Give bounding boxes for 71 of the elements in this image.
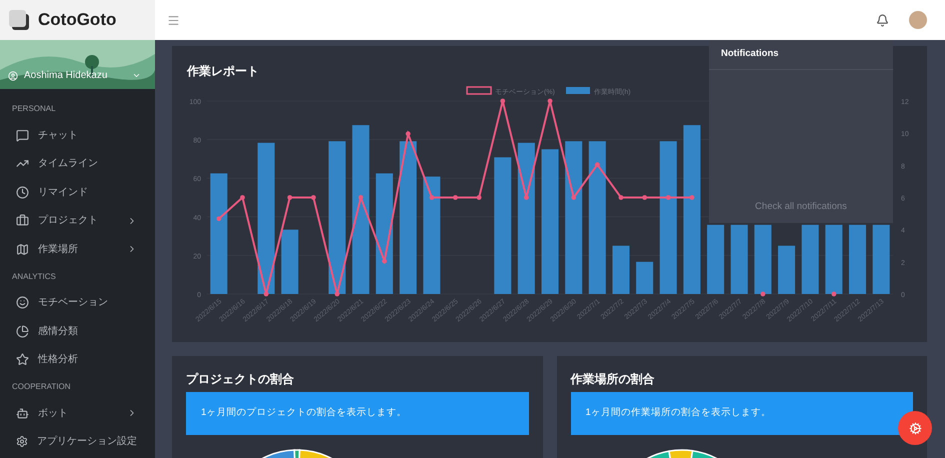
chart-point xyxy=(264,292,269,296)
chart-point xyxy=(452,195,458,200)
chart-bar xyxy=(778,246,796,294)
clock-icon xyxy=(16,186,29,199)
info-banner: 1ヶ月間のプロジェクトの割合を表示します。 xyxy=(186,392,528,435)
panel-title: Notifications xyxy=(709,40,893,70)
chart-point xyxy=(618,195,624,200)
legend-swatch xyxy=(466,86,492,95)
user-icon xyxy=(8,70,18,80)
nav-item[interactable]: ボット xyxy=(0,399,155,428)
notification-button[interactable] xyxy=(876,14,889,26)
chart-bar xyxy=(281,230,298,294)
nav-item[interactable]: 性格分析 xyxy=(0,346,155,374)
robot-icon xyxy=(16,406,29,420)
chart-bar xyxy=(825,224,842,294)
card-title: プロジェクトの割合 xyxy=(186,371,295,388)
chart-point xyxy=(429,195,434,200)
chart-bar xyxy=(754,224,772,294)
chat-icon xyxy=(16,128,29,142)
nav-item[interactable]: 作業場所 xyxy=(0,235,155,264)
star-icon xyxy=(16,353,29,366)
section-title: COOPERATION xyxy=(11,381,72,393)
chart-point xyxy=(666,195,671,200)
chart-point xyxy=(690,195,694,200)
nav-item[interactable]: アプリケーション設定 xyxy=(0,428,155,456)
chart-bar xyxy=(849,224,866,294)
chart-point xyxy=(216,216,222,222)
menu-button[interactable] xyxy=(167,14,180,26)
chart-point xyxy=(594,162,600,168)
chart-point xyxy=(382,258,387,264)
chart-point xyxy=(642,195,648,200)
pie-icon xyxy=(16,324,29,338)
chart-point xyxy=(831,292,836,296)
info-banner: 1ヶ月間の作業場所の割合を表示します。 xyxy=(570,392,913,435)
logo-icon xyxy=(8,9,30,31)
chart-point xyxy=(311,195,316,200)
map-icon xyxy=(16,242,29,256)
chart-point xyxy=(476,195,482,200)
nav-item[interactable]: リマインド xyxy=(0,178,155,206)
chart-point xyxy=(760,292,766,296)
smiley-icon xyxy=(16,296,29,310)
card-title: 作業場所の割合 xyxy=(570,371,656,388)
nav-item[interactable]: プロジェクト xyxy=(0,206,155,235)
chart-bar xyxy=(872,224,890,294)
chart-bar xyxy=(802,224,819,294)
chart-point xyxy=(548,98,552,104)
chart-point xyxy=(240,195,245,200)
gear-icon xyxy=(16,435,28,448)
chart-bar xyxy=(636,262,654,294)
chart-point xyxy=(406,131,410,136)
nav-item[interactable]: タイムライン xyxy=(0,150,155,178)
section-title: ANALYTICS xyxy=(11,270,57,282)
chart-bar xyxy=(707,224,724,294)
chart-point xyxy=(571,195,576,200)
nav-item[interactable]: モチベーション xyxy=(0,288,155,317)
settings-icon xyxy=(908,422,922,434)
chart-point xyxy=(334,292,340,296)
nav-item[interactable]: 感情分類 xyxy=(0,317,155,346)
chart-bar xyxy=(730,224,748,294)
chevron-down-icon xyxy=(132,71,141,80)
briefcase-icon xyxy=(16,214,29,228)
chart-point xyxy=(500,98,506,104)
nav-item[interactable]: チャット xyxy=(0,121,155,150)
app-name: CotoGoto xyxy=(38,9,116,32)
card-title: 作業レポート xyxy=(187,64,259,78)
chart-point xyxy=(358,195,364,200)
chart-point xyxy=(287,195,292,200)
chart-bar xyxy=(612,246,630,294)
section-title: PERSONAL xyxy=(11,103,57,115)
chart-point xyxy=(524,195,529,200)
legend-swatch xyxy=(566,87,590,94)
